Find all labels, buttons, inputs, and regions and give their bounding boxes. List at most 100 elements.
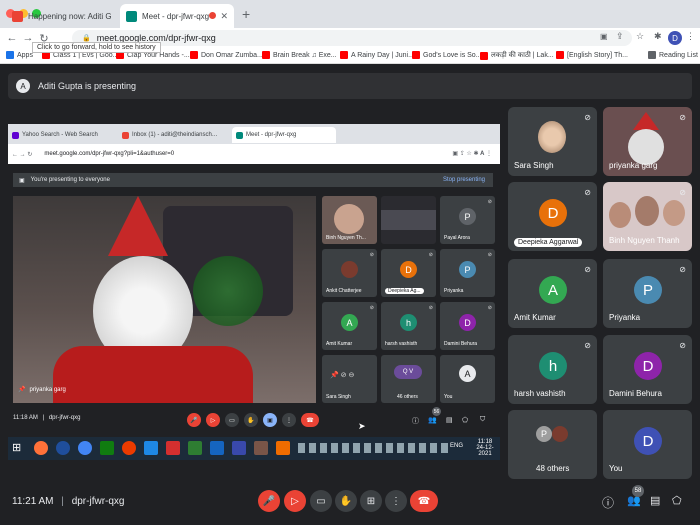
chat-button[interactable]: ▤	[650, 494, 660, 507]
captions-icon: ▭	[225, 413, 239, 427]
meet-favicon-icon	[236, 131, 243, 139]
present-icon: ▣	[263, 413, 277, 427]
bookmark-item[interactable]: [English Story] Th...	[556, 51, 628, 59]
share-icon[interactable]: ⇪	[616, 31, 624, 42]
bookmark-star-icon[interactable]: ☆	[636, 31, 644, 42]
participant-tile-priyanka[interactable]: P ⊘ Priyanka	[603, 259, 692, 328]
more-vert-icon: ⋮	[391, 495, 401, 507]
bookmark-item[interactable]: God's Love is So...	[412, 51, 482, 59]
browser-menu-icon[interactable]: ⋮	[686, 31, 695, 42]
video-feed	[628, 129, 664, 165]
extensions-icon[interactable]: ✱	[654, 31, 662, 42]
stop-presenting-link[interactable]: Stop presenting	[443, 177, 485, 183]
shared-tile: h ⊘ harsh vashisth	[381, 302, 436, 350]
word-icon	[210, 441, 224, 455]
participant-tile-you[interactable]: D You	[603, 410, 692, 479]
video-feed	[609, 202, 631, 228]
clock-time: 11:21 AM	[12, 496, 54, 507]
santa-hat	[633, 112, 659, 130]
edge-icon	[144, 441, 158, 455]
leave-call-button[interactable]: ☎	[410, 490, 438, 512]
shared-tab-active: Meet - dpr-jfwr-qxg	[232, 127, 336, 143]
present-now-button[interactable]: ⊞	[360, 490, 382, 512]
info-icon: ⓘ	[602, 496, 615, 510]
participants-badge: 56	[432, 407, 441, 416]
participant-tile-priyanka-garg[interactable]: ⊘ priyanka garg	[603, 107, 692, 176]
reading-list[interactable]: Reading List	[648, 51, 698, 59]
close-tab-icon[interactable]: ✕	[220, 11, 228, 22]
participant-tile-binh[interactable]: ⊘ Binh Nguyen Thanh	[603, 182, 692, 251]
tile-controls-icon: 📌 ⊘ ⊖	[330, 372, 355, 379]
tab-meet[interactable]: Meet - dpr-jfwr-qxg ✕	[120, 4, 234, 28]
participant-tile-amit-kumar[interactable]: A ⊘ Amit Kumar	[508, 259, 597, 328]
youtube-icon	[340, 51, 348, 59]
shared-tile: D ⊘ Deepieka Ag...	[381, 249, 436, 297]
video-feed	[663, 200, 685, 226]
microphone-toggle-button[interactable]: 🎤	[258, 490, 280, 512]
presenting-notice-bar: ▣ You're presenting to everyone Stop pre…	[13, 173, 493, 187]
meeting-details: 11:21 AM | dpr-jfwr-qxg	[12, 496, 125, 507]
mouse-cursor-icon: ➤	[358, 421, 366, 431]
participant-tile-harsh[interactable]: h ⊘ harsh vashisth	[508, 335, 597, 404]
more-options-button[interactable]: ⋮	[385, 490, 407, 512]
app-icon	[254, 441, 268, 455]
presenting-text: Aditi Gupta is presenting	[38, 81, 137, 91]
presenter-avatar: A	[16, 79, 30, 93]
windows-taskbar: ⊞ ENG 11:18 24-12-2021	[8, 437, 500, 460]
mic-off-icon: 🎤	[262, 495, 276, 507]
camera-icon[interactable]: ▣	[600, 32, 608, 41]
profile-avatar[interactable]: D	[668, 31, 682, 45]
shared-tile	[381, 196, 436, 244]
info-icon: ⓘ	[412, 418, 419, 425]
toolbar-icons: ▣ ⇪ ☆ ✱ 𝐀 ⋮	[452, 151, 492, 157]
tab-happening-now[interactable]: Happening now: Aditi Gupta is	[6, 4, 118, 28]
shared-tile: A You	[440, 355, 495, 403]
chrome-icon	[78, 441, 92, 455]
youtube-icon	[190, 51, 198, 59]
more-options-icon: ⋮	[282, 413, 296, 427]
meeting-info-button[interactable]: ⓘ	[602, 494, 614, 511]
participant-tile-deepieka[interactable]: D ⊘ Deepieka Aggarwal	[508, 182, 597, 251]
tab-label: Happening now: Aditi Gupta is	[28, 11, 112, 21]
apps-grid-icon	[6, 51, 14, 59]
shared-tile: 📌 ⊘ ⊖ Sara Singh	[322, 355, 377, 403]
bookmark-item[interactable]: A Rainy Day | Juni...	[340, 51, 414, 59]
mic-off-icon: ⊘	[679, 341, 686, 350]
lock-icon: ⛉	[480, 416, 486, 423]
video-feed	[381, 210, 436, 230]
mic-off-icon: ⊘	[428, 252, 433, 258]
shared-tile: ⊘ Ankit Chatterjee	[322, 249, 377, 297]
firefox-icon	[34, 441, 48, 455]
raise-hand-button[interactable]: ✋	[335, 490, 357, 512]
mic-off-icon: ⊘	[487, 305, 492, 311]
opera-icon	[122, 441, 136, 455]
taskbar-clock: 11:18 24-12-2021	[476, 439, 494, 457]
lock-icon: 🔒	[82, 35, 91, 42]
tab-label: Meet - dpr-jfwr-qxg	[142, 11, 210, 21]
main-tile-label: 📌 priyanka garg	[18, 386, 66, 394]
captions-button[interactable]: ▭	[310, 490, 332, 512]
new-tab-icon[interactable]: +	[242, 6, 250, 22]
mic-off-icon: ⊘	[487, 252, 492, 258]
participant-tile-damini[interactable]: D ⊘ Damini Behura	[603, 335, 692, 404]
activities-button[interactable]: ⬠	[672, 494, 682, 507]
bookmark-apps[interactable]: Apps	[6, 51, 33, 59]
yahoo-favicon-icon	[12, 131, 19, 139]
download-icon	[166, 441, 180, 455]
bookmark-item[interactable]: Don Omar Zumba...	[190, 51, 263, 59]
shared-tile: P ⊘ Priyanka	[440, 249, 495, 297]
meet-favicon-icon	[126, 10, 137, 22]
bookmark-item[interactable]: लकड़ी की काठी | Lak...	[480, 51, 554, 60]
mic-off-icon: ⊘	[584, 265, 591, 274]
red-costume	[53, 346, 253, 403]
reading-list-icon	[648, 51, 656, 59]
recording-dot-icon	[209, 12, 216, 19]
back-icon[interactable]: ←	[4, 32, 20, 44]
present-screen-icon: ▣	[19, 177, 25, 184]
mic-off-icon: ⊘	[584, 341, 591, 350]
shared-tile: D ⊘ Damini Behura	[440, 302, 495, 350]
participant-tile-others[interactable]: P 48 others	[508, 410, 597, 479]
camera-toggle-button[interactable]: ▷	[284, 490, 306, 512]
bookmark-item[interactable]: Brain Break ♫ Exe...	[262, 51, 337, 59]
participant-tile-sara-singh[interactable]: ⊘ Sara Singh	[508, 107, 597, 176]
